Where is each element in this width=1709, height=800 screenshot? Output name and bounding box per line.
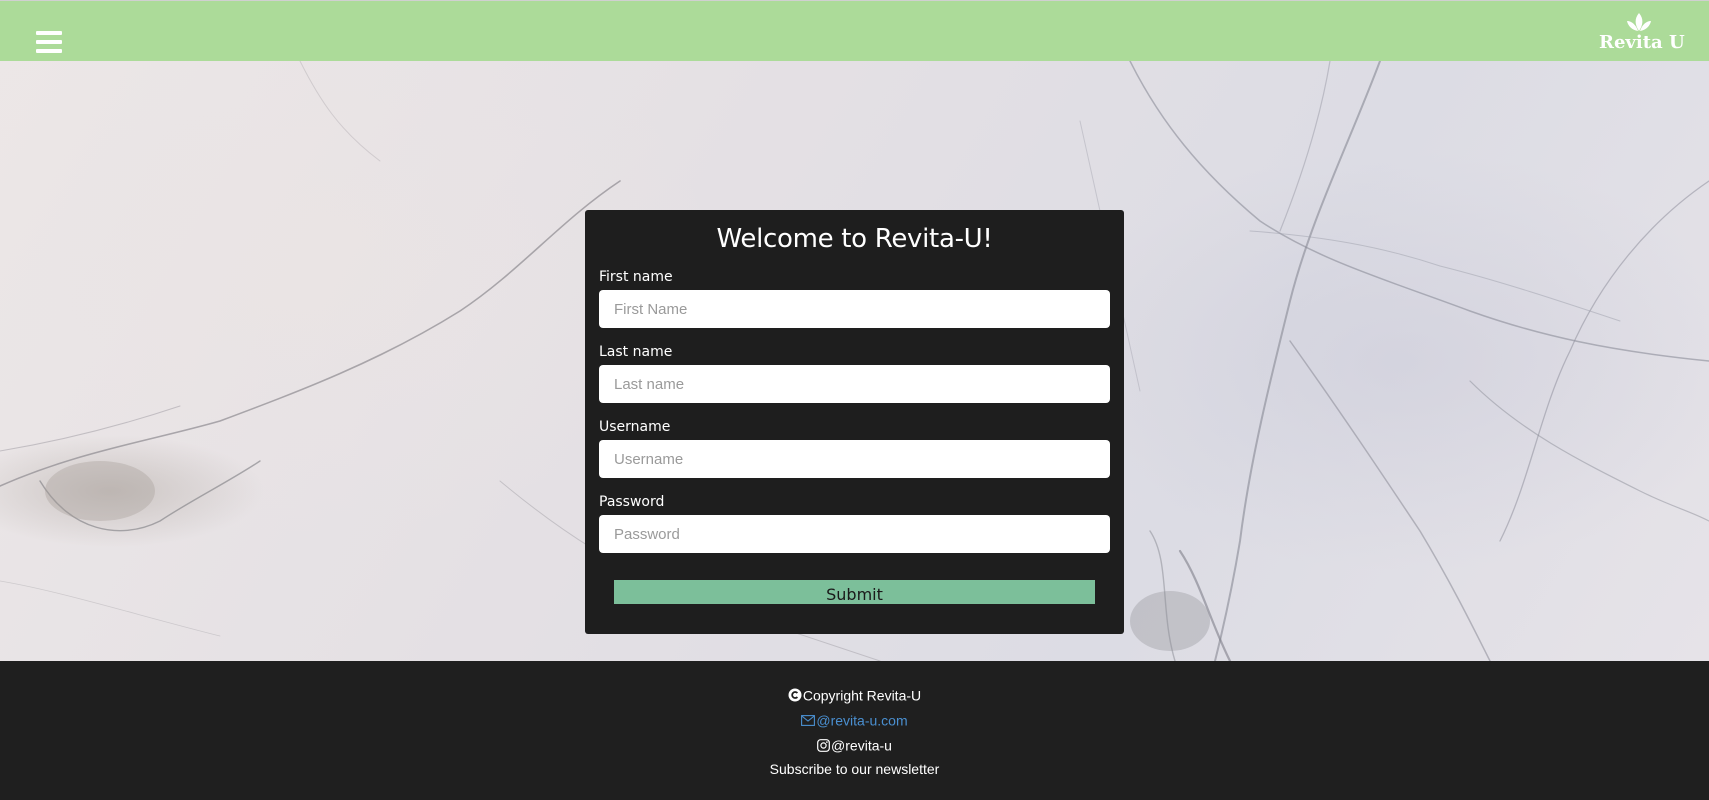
last-name-input[interactable]	[599, 365, 1110, 403]
form-title: Welcome to Revita-U!	[716, 224, 993, 254]
registration-form: Welcome to Revita-U! First name Last nam…	[585, 210, 1124, 634]
hamburger-menu-icon[interactable]	[36, 31, 62, 55]
first-name-input[interactable]	[599, 290, 1110, 328]
password-label: Password	[599, 494, 665, 510]
password-input[interactable]	[599, 515, 1110, 553]
newsletter-link[interactable]: Subscribe to our newsletter	[0, 759, 1709, 779]
instagram-line[interactable]: @revita-u	[0, 734, 1709, 754]
footer: Copyright Revita-U @revita-u.com @revita…	[0, 661, 1709, 800]
instagram-handle[interactable]: @revita-u	[831, 737, 892, 753]
submit-button[interactable]: Submit	[614, 580, 1095, 604]
copyright-text: Copyright Revita-U	[802, 687, 922, 704]
copyright-icon	[788, 688, 802, 702]
email-link[interactable]: @revita-u.com	[816, 712, 907, 728]
first-name-label: First name	[599, 269, 673, 285]
instagram-icon	[817, 738, 830, 752]
username-label: Username	[599, 419, 671, 435]
copyright-line: Copyright Revita-U	[0, 684, 1709, 704]
envelope-icon	[801, 714, 816, 726]
brand-name: Revita U	[1599, 32, 1685, 53]
email-line[interactable]: @revita-u.com	[0, 709, 1709, 729]
username-input[interactable]	[599, 440, 1110, 478]
top-navbar: Revita U	[0, 0, 1709, 61]
last-name-label: Last name	[599, 344, 673, 360]
marble-background: Welcome to Revita-U! First name Last nam…	[0, 61, 1709, 661]
brand-logo[interactable]: Revita U	[1599, 11, 1685, 55]
leaf-icon	[1627, 13, 1651, 31]
